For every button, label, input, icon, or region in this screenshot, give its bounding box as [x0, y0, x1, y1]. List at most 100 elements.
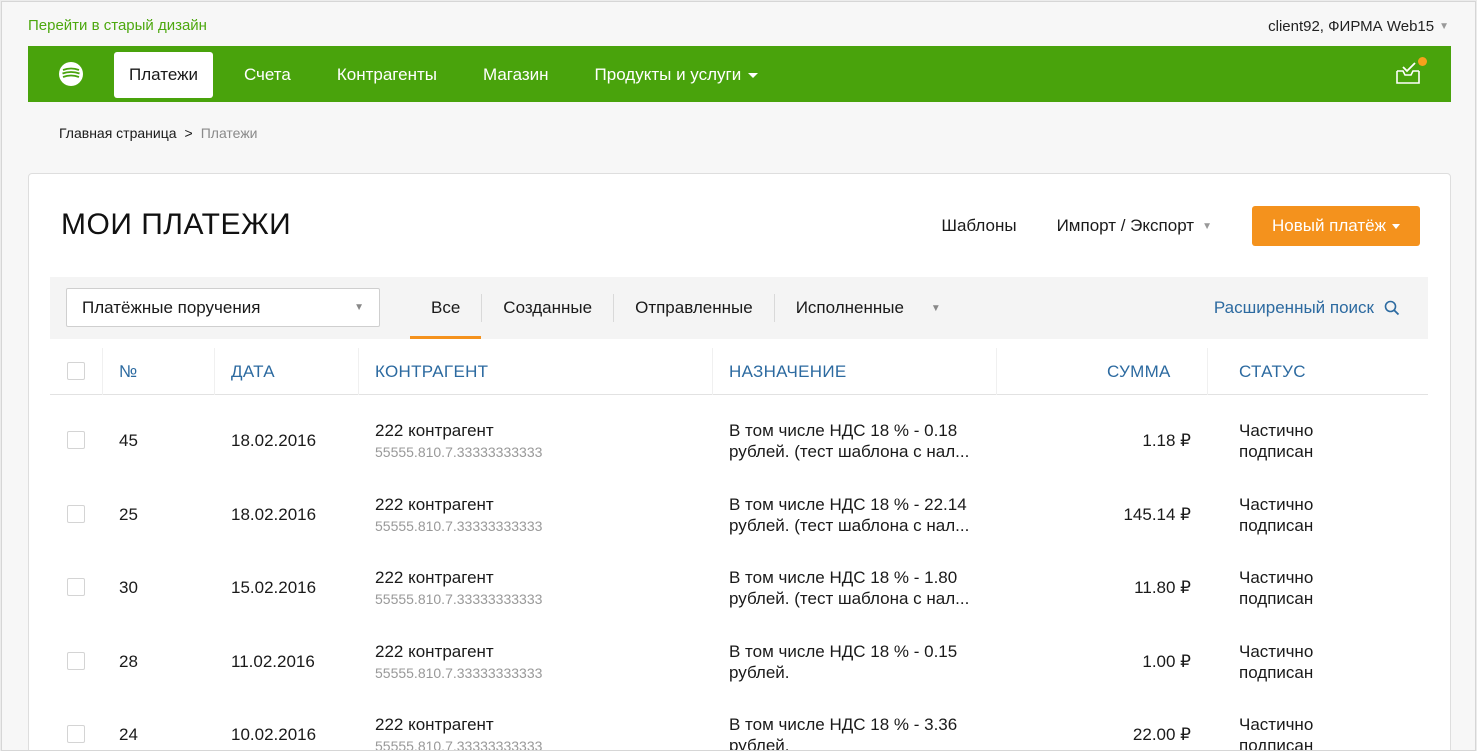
tab-executed[interactable]: Исполненные	[775, 277, 925, 339]
document-type-select[interactable]: Платёжные поручения ▼	[66, 288, 380, 327]
row-counterparty: 222 контрагент	[375, 641, 494, 661]
notification-badge	[1418, 57, 1427, 66]
filter-bar: Платёжные поручения ▼ Все Созданные Отпр…	[50, 277, 1428, 339]
tab-created[interactable]: Созданные	[482, 277, 613, 339]
user-menu[interactable]: client92, ФИРМА Web15 ▼	[1268, 18, 1449, 35]
row-amount: 22.00 ₽	[1132, 725, 1191, 744]
row-status-line1: Частично	[1239, 715, 1314, 734]
nav-item-payments[interactable]: Платежи	[114, 52, 213, 98]
notifications-button[interactable]	[1395, 57, 1427, 86]
advanced-search-link[interactable]: Расширенный поиск	[1214, 277, 1400, 339]
row-checkbox[interactable]	[67, 725, 85, 743]
column-divider	[214, 348, 215, 395]
page-actions: Шаблоны Импорт / Экспорт ▼ Новый платёж	[941, 206, 1420, 246]
table-row[interactable]: 24 10.02.2016 222 контрагент 55555.810.7…	[50, 698, 1428, 751]
column-divider	[712, 348, 713, 395]
import-export-menu[interactable]: Импорт / Экспорт ▼	[1057, 216, 1212, 236]
nav-item-products[interactable]: Продукты и услуги	[572, 52, 782, 98]
row-checkbox[interactable]	[67, 431, 85, 449]
header-date[interactable]: ДАТА	[231, 362, 275, 382]
chevron-down-icon	[748, 72, 759, 78]
user-name: client92, ФИРМА Web15	[1268, 18, 1435, 35]
templates-label: Шаблоны	[941, 216, 1017, 235]
row-account: 55555.810.7.33333333333	[375, 664, 543, 681]
row-counterparty: 222 контрагент	[375, 715, 494, 734]
header-amount[interactable]: СУММА	[1107, 362, 1171, 382]
row-date: 18.02.2016	[231, 431, 317, 450]
row-date: 10.02.2016	[231, 725, 317, 744]
select-all-checkbox[interactable]	[67, 362, 85, 380]
templates-link[interactable]: Шаблоны	[941, 216, 1016, 236]
row-purpose-line2: рублей.	[729, 736, 790, 751]
new-payment-label: Новый платёж	[1271, 216, 1386, 235]
nav-item-accounts[interactable]: Счета	[221, 52, 314, 98]
header-status[interactable]: СТАТУС	[1239, 362, 1306, 382]
column-divider	[996, 348, 997, 395]
table-row[interactable]: 45 18.02.2016 222 контрагент 55555.810.7…	[50, 404, 1428, 478]
main-navbar: Платежи Счета Контрагенты Магазин Продук…	[28, 46, 1451, 102]
row-status-line1: Частично	[1239, 568, 1314, 587]
status-tabs: Все Созданные Отправленные Исполненные ▼	[410, 277, 941, 339]
row-date: 15.02.2016	[231, 578, 317, 597]
old-design-link[interactable]: Перейти в старый дизайн	[28, 17, 207, 34]
row-number: 28	[119, 651, 138, 671]
header-purpose[interactable]: НАЗНАЧЕНИЕ	[729, 362, 846, 382]
header-number[interactable]: №	[119, 362, 138, 382]
payments-table: № ДАТА КОНТРАГЕНТ НАЗНАЧЕНИЕ СУММА СТАТУ…	[50, 348, 1428, 751]
table-row[interactable]: 30 15.02.2016 222 контрагент 55555.810.7…	[50, 551, 1428, 625]
row-status-line2: подписан	[1239, 662, 1314, 682]
nav-item-products-label: Продукты и услуги	[594, 65, 742, 84]
row-status-line2: подписан	[1239, 589, 1314, 608]
row-date: 11.02.2016	[231, 651, 315, 671]
inbox-check-icon	[1396, 62, 1420, 84]
row-purpose-line2: рублей. (тест шаблона с нал...	[729, 515, 970, 535]
tab-all[interactable]: Все	[410, 277, 482, 339]
row-checkbox[interactable]	[67, 651, 85, 670]
row-number: 25	[119, 504, 138, 524]
row-status-line2: подписан	[1239, 515, 1314, 535]
chevron-down-icon: ▼	[1202, 220, 1212, 232]
row-amount: 1.00 ₽	[1142, 651, 1191, 671]
row-purpose-line1: В том числе НДС 18 % - 22.14	[729, 494, 967, 514]
column-divider	[358, 348, 359, 395]
row-purpose-line1: В том числе НДС 18 % - 0.18	[729, 421, 958, 440]
row-purpose-line1: В том числе НДС 18 % - 1.80	[729, 568, 958, 587]
column-divider	[102, 348, 103, 395]
table-row[interactable]: 28 11.02.2016 222 контрагент 55555.810.7…	[50, 625, 1428, 699]
nav-menu: Платежи Счета Контрагенты Магазин Продук…	[114, 52, 781, 98]
row-purpose-line1: В том числе НДС 18 % - 0.15	[729, 641, 958, 661]
row-date: 18.02.2016	[231, 504, 317, 524]
payments-card: МОИ ПЛАТЕЖИ Шаблоны Импорт / Экспорт ▼ Н…	[28, 173, 1451, 751]
row-status-line1: Частично	[1239, 494, 1314, 514]
row-number: 45	[119, 431, 138, 450]
row-account: 55555.810.7.33333333333	[375, 444, 543, 460]
breadcrumb-separator: >	[184, 125, 193, 141]
row-status-line2: подписан	[1239, 442, 1314, 461]
import-export-label: Импорт / Экспорт	[1056, 216, 1195, 235]
row-account: 55555.810.7.33333333333	[375, 517, 543, 534]
row-checkbox[interactable]	[67, 578, 85, 596]
chevron-down-icon	[1392, 223, 1400, 229]
row-number: 24	[119, 725, 138, 744]
new-payment-button[interactable]: Новый платёж	[1251, 206, 1420, 246]
nav-item-counterparties[interactable]: Контрагенты	[314, 52, 460, 98]
table-header: № ДАТА КОНТРАГЕНТ НАЗНАЧЕНИЕ СУММА СТАТУ…	[50, 348, 1428, 395]
sberbank-logo-icon[interactable]	[58, 61, 84, 87]
top-bar: Перейти в старый дизайн client92, ФИРМА …	[28, 2, 1449, 46]
header-counterparty[interactable]: КОНТРАГЕНТ	[375, 362, 488, 382]
search-icon	[1384, 300, 1400, 316]
breadcrumb-current: Платежи	[200, 125, 258, 141]
row-amount: 1.18 ₽	[1142, 431, 1191, 450]
chevron-down-icon: ▼	[354, 302, 364, 313]
nav-item-shop[interactable]: Магазин	[460, 52, 572, 98]
table-row[interactable]: 25 18.02.2016 222 контрагент 55555.810.7…	[50, 478, 1428, 552]
chevron-down-icon: ▼	[1439, 21, 1449, 32]
row-checkbox[interactable]	[67, 504, 85, 523]
row-counterparty: 222 контрагент	[375, 568, 494, 587]
table-body: 45 18.02.2016 222 контрагент 55555.810.7…	[50, 395, 1428, 751]
column-divider	[1207, 348, 1208, 395]
more-tabs-chevron-icon[interactable]: ▼	[931, 303, 941, 314]
row-amount: 11.80 ₽	[1134, 578, 1191, 597]
tab-sent[interactable]: Отправленные	[614, 277, 774, 339]
breadcrumb-home[interactable]: Главная страница	[59, 125, 177, 141]
